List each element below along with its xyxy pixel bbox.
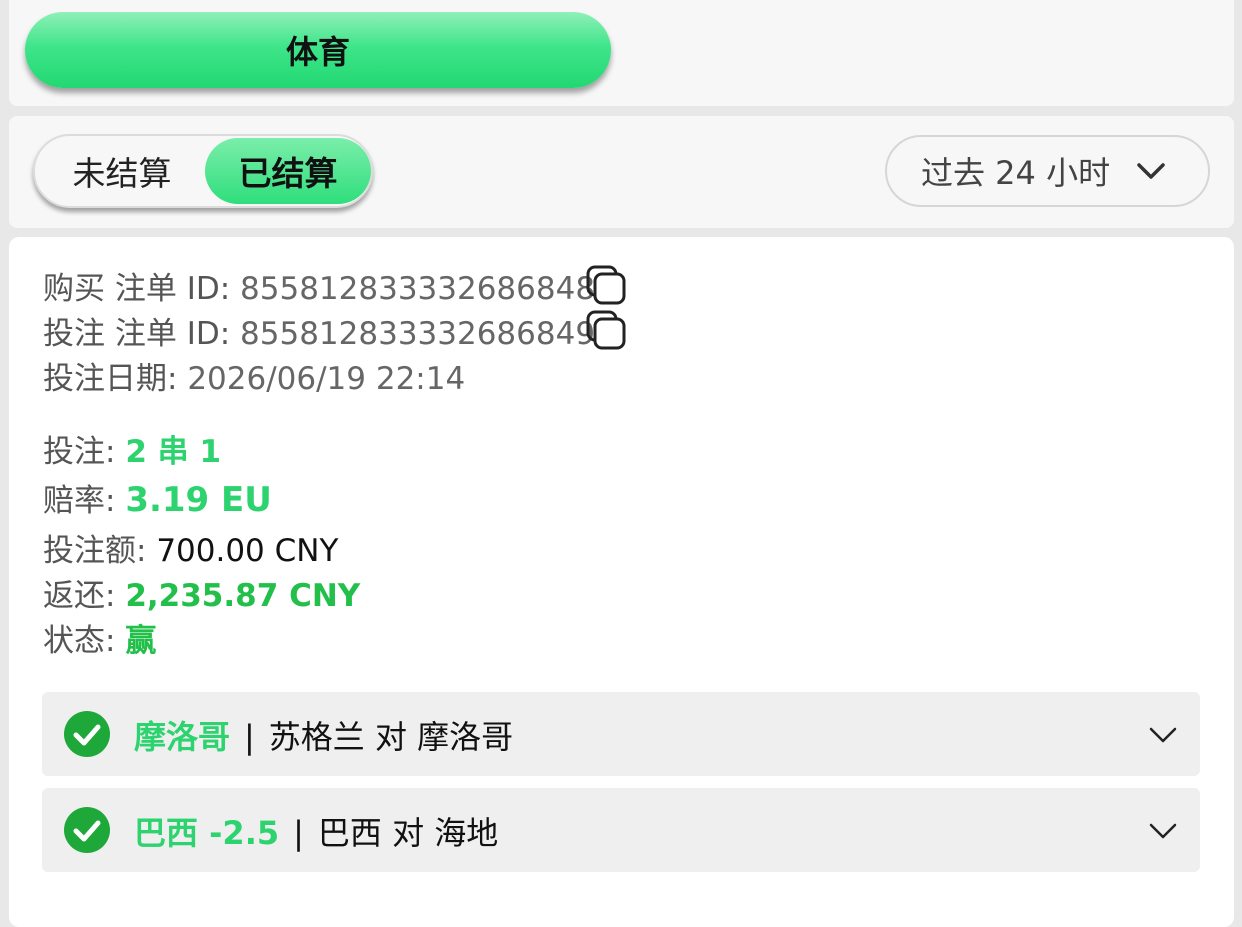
bet-type-value: 2 串 1 bbox=[125, 434, 222, 470]
leg-text: 巴西 -2.5 | 巴西 对 海地 bbox=[134, 808, 498, 854]
time-range-dropdown[interactable]: 过去 24 小时 bbox=[885, 135, 1210, 207]
return-row: 返还: 2,235.87 CNY bbox=[43, 570, 360, 615]
leg-match: 苏格兰 对 摩洛哥 bbox=[268, 718, 514, 756]
status-row: 状态: 赢 bbox=[43, 615, 156, 660]
odds-row: 赔率: 3.19 EU bbox=[43, 475, 272, 520]
return-value: 2,235.87 CNY bbox=[125, 578, 361, 614]
time-range-value: 过去 24 小时 bbox=[921, 154, 1111, 192]
sport-button[interactable]: 体育 bbox=[25, 12, 611, 88]
bet-id-value: 855812833332686849 bbox=[240, 316, 596, 352]
leg-separator: | bbox=[293, 814, 304, 852]
bet-id-row: 投注 注单 ID: 855812833332686849 bbox=[43, 308, 595, 353]
sport-header-panel: 体育 bbox=[9, 0, 1234, 106]
tab-unsettled-label: 未结算 bbox=[72, 154, 172, 193]
stake-row: 投注额: 700.00 CNY bbox=[43, 525, 338, 570]
tab-settled[interactable]: 已结算 bbox=[205, 138, 371, 204]
bet-type-label: 投注: bbox=[43, 434, 126, 470]
chevron-down-icon[interactable] bbox=[1148, 820, 1178, 842]
copy-icon[interactable] bbox=[585, 309, 627, 351]
tab-unsettled[interactable]: 未结算 bbox=[39, 138, 205, 204]
bet-id-label: 投注 注单 ID: bbox=[43, 316, 241, 352]
odds-value: 3.19 EU bbox=[125, 480, 272, 520]
leg-text: 摩洛哥 | 苏格兰 对 摩洛哥 bbox=[134, 712, 513, 758]
bet-type-row: 投注: 2 串 1 bbox=[43, 426, 221, 471]
filter-panel: 未结算 已结算 过去 24 小时 bbox=[9, 116, 1234, 228]
tab-settled-label: 已结算 bbox=[238, 154, 338, 193]
chevron-down-icon bbox=[1137, 163, 1165, 179]
bet-leg[interactable]: 巴西 -2.5 | 巴西 对 海地 bbox=[42, 788, 1200, 872]
copy-icon[interactable] bbox=[585, 264, 627, 306]
leg-selection: 摩洛哥 bbox=[134, 718, 231, 756]
status-label: 状态: bbox=[43, 623, 126, 659]
bet-date-value: 2026/06/19 22:14 bbox=[187, 361, 466, 397]
bet-date-row: 投注日期: 2026/06/19 22:14 bbox=[43, 353, 465, 398]
bet-date-label: 投注日期: bbox=[43, 361, 188, 397]
leg-selection: 巴西 -2.5 bbox=[134, 814, 280, 852]
leg-match: 巴西 对 海地 bbox=[317, 814, 499, 852]
purchase-id-row: 购买 注单 ID: 855812833332686848 bbox=[43, 263, 595, 308]
return-label: 返还: bbox=[43, 578, 126, 614]
check-circle-icon bbox=[64, 711, 110, 757]
stake-label: 投注额: bbox=[43, 533, 157, 569]
bet-card: 购买 注单 ID: 855812833332686848 投注 注单 ID: 8… bbox=[9, 237, 1234, 927]
bet-leg[interactable]: 摩洛哥 | 苏格兰 对 摩洛哥 bbox=[42, 692, 1200, 776]
stake-value: 700.00 CNY bbox=[156, 533, 339, 569]
check-circle-icon bbox=[64, 807, 110, 853]
sport-button-label: 体育 bbox=[285, 33, 350, 71]
chevron-down-icon[interactable] bbox=[1148, 724, 1178, 746]
purchase-id-label: 购买 注单 ID: bbox=[43, 271, 241, 307]
purchase-id-value: 855812833332686848 bbox=[240, 271, 596, 307]
leg-separator: | bbox=[244, 718, 255, 756]
status-value: 赢 bbox=[125, 623, 157, 659]
odds-label: 赔率: bbox=[43, 483, 126, 519]
settlement-toggle: 未结算 已结算 bbox=[33, 134, 373, 208]
